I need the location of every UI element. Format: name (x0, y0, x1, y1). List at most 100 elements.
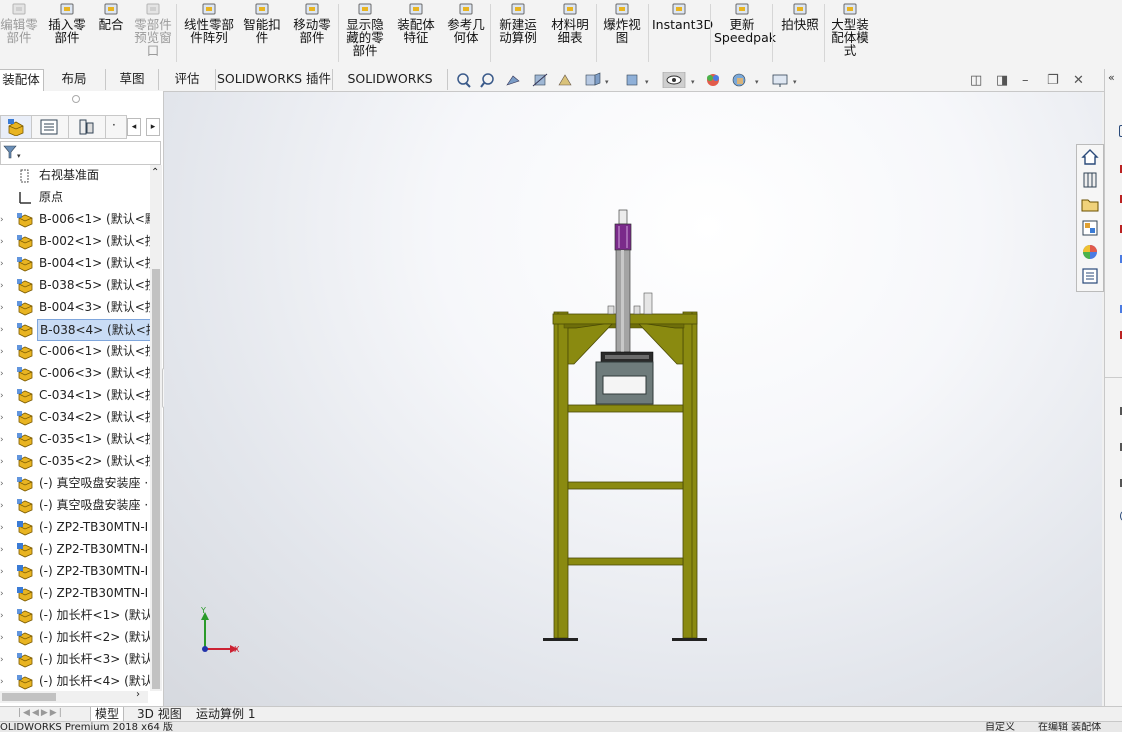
graphics-area[interactable]: Y X (164, 92, 1102, 706)
tree-item[interactable]: › (-) 加长杆<4> (默认 (0, 671, 150, 691)
expand-arrow-icon[interactable]: › (0, 275, 8, 297)
tree-item[interactable]: › (-) 真空吸盘安装座 · (0, 495, 150, 517)
close-icon[interactable]: ✕ (1073, 73, 1084, 88)
restore-icon[interactable]: ❐ (1047, 73, 1059, 88)
view-orientation-icon[interactable]: ▾ (585, 72, 609, 86)
tab-layout[interactable]: 布局 (43, 69, 106, 90)
tree-filter-bar[interactable]: ▾ (0, 141, 161, 165)
tree-item[interactable]: › (-) 加长杆<2> (默认 (0, 627, 150, 649)
expand-arrow-icon[interactable]: › (0, 319, 8, 341)
tree-item[interactable]: › B-038<5> (默认<按 (0, 275, 150, 297)
assembly-features-button[interactable]: 装配体 特征 (394, 0, 438, 66)
expand-arrow-icon[interactable]: › (0, 627, 8, 649)
design-library-icon[interactable] (1080, 170, 1100, 190)
configurationmanager-tab[interactable] (68, 115, 106, 139)
tree-item[interactable]: › B-004<3> (默认<按 (0, 297, 150, 319)
tree-item[interactable]: › C-035<2> (默认<按 (0, 451, 150, 473)
home-icon[interactable] (1080, 147, 1100, 167)
tree-item[interactable]: › C-006<3> (默认<按 (0, 363, 150, 385)
edit-component-button[interactable]: 编辑零 部件 (0, 0, 38, 66)
tree-item[interactable]: › (-) 真空吸盘安装座 · (0, 473, 150, 495)
expand-arrow-icon[interactable]: › (0, 407, 8, 429)
zoom-to-fit-icon[interactable] (457, 73, 471, 88)
smart-fasteners-button[interactable]: 智能扣 件 (241, 0, 283, 66)
expand-arrow-icon[interactable]: › (0, 253, 8, 275)
tree-item[interactable]: › (-) ZP2-TB30MTN-I (0, 583, 150, 605)
expand-arrow-icon[interactable]: › (0, 583, 8, 605)
task-pane-collapse-icon[interactable]: « (1108, 71, 1115, 84)
hide-show-items-icon[interactable]: ▾ (662, 72, 695, 88)
view-settings-icon[interactable]: ▾ (772, 74, 797, 87)
tab-sketch[interactable]: 草图 (106, 69, 159, 90)
tree-item[interactable]: › B-002<1> (默认<按 (0, 231, 150, 253)
snapshot-button[interactable]: 拍快照 (778, 0, 822, 66)
expand-arrow-icon[interactable]: › (0, 385, 8, 407)
expand-arrow-icon[interactable]: › (0, 429, 8, 451)
insert-component-button[interactable]: 插入零 部件 (46, 0, 88, 66)
tree-item[interactable]: 原点 (0, 187, 150, 209)
task-pane[interactable]: « (1104, 69, 1122, 709)
featuremanager-tab[interactable] (0, 115, 32, 139)
tree-item[interactable]: › C-006<1> (默认<按 (0, 341, 150, 363)
scroll-up-icon[interactable]: ⌃ (151, 167, 159, 178)
expand-arrow-icon[interactable]: › (0, 561, 8, 583)
filter-icon[interactable]: ▾ (1, 142, 25, 162)
previous-view-icon[interactable] (506, 75, 520, 86)
tab-solidworks-addins[interactable]: SOLIDWORKS 插件 (216, 69, 333, 90)
scroll-right-icon[interactable]: › (136, 689, 140, 700)
panel-tab-scroll-left-button[interactable]: ◂ (127, 118, 141, 136)
expand-arrow-icon[interactable]: › (0, 495, 8, 517)
expand-arrow-icon[interactable]: › (0, 297, 8, 319)
section-view-icon[interactable] (532, 73, 548, 87)
dimxpert-tab[interactable]: · (105, 115, 127, 139)
tree-item[interactable]: › C-034<1> (默认<按 (0, 385, 150, 407)
tree-item[interactable]: 右视基准面 (0, 165, 150, 187)
tree-item[interactable]: › (-) ZP2-TB30MTN-I (0, 517, 150, 539)
tab-evaluate[interactable]: 评估 (159, 69, 216, 90)
exploded-view-button[interactable]: 爆炸视 图 (600, 0, 644, 66)
move-component-button[interactable]: 移动零 部件 (290, 0, 334, 66)
tree-vertical-scrollbar[interactable]: ⌃ (150, 165, 162, 691)
minimize-icon[interactable]: – (1022, 73, 1029, 88)
propertymanager-tab[interactable] (31, 115, 69, 139)
expand-arrow-icon[interactable]: › (0, 605, 8, 627)
edit-appearance-icon[interactable] (707, 74, 719, 86)
tree-hscroll-thumb[interactable] (2, 693, 56, 701)
expand-arrow-icon[interactable]: › (0, 341, 8, 363)
tab-motion-study-1[interactable]: 运动算例 1 (192, 707, 259, 721)
show-hidden-button[interactable]: 显示隐 藏的零 部件 (343, 0, 387, 66)
expand-arrow-icon[interactable]: › (0, 451, 8, 473)
tree-item[interactable]: › B-004<1> (默认<按 (0, 253, 150, 275)
tree-item[interactable]: › B-038<4> (默认<按 (0, 319, 150, 341)
panel-grip-icon[interactable] (72, 95, 80, 103)
expand-arrow-icon[interactable]: › (0, 363, 8, 385)
component-preview-button[interactable]: 零部件 预览窗 口 (130, 0, 176, 66)
tree-item[interactable]: › C-035<1> (默认<按 (0, 429, 150, 451)
expand-arrow-icon[interactable]: › (0, 209, 8, 231)
large-assembly-button[interactable]: 大型装 配体模 式 (828, 0, 872, 66)
linear-pattern-button[interactable]: 线性零部 件阵列 (181, 0, 237, 66)
tab-model[interactable]: 模型 (90, 707, 125, 722)
tree-item[interactable]: › (-) 加长杆<3> (默认 (0, 649, 150, 671)
expand-arrow-icon[interactable]: › (0, 517, 8, 539)
tree-item[interactable]: › (-) ZP2-TB30MTN-I (0, 561, 150, 583)
mate-button[interactable]: 配合 (94, 0, 128, 66)
tile-right-icon[interactable]: ◨ (996, 73, 1008, 88)
panel-tab-scroll-right-button[interactable]: ▸ (146, 118, 160, 136)
custom-properties-icon[interactable] (1080, 266, 1100, 286)
apply-scene-icon[interactable]: ▾ (732, 73, 759, 87)
expand-arrow-icon[interactable]: › (0, 473, 8, 495)
tree-scroll-thumb[interactable] (152, 269, 160, 689)
expand-arrow-icon[interactable]: › (0, 671, 8, 691)
new-motion-study-button[interactable]: 新建运 动算例 (496, 0, 540, 66)
file-explorer-icon[interactable] (1080, 194, 1100, 214)
assembly-model-view[interactable]: Y X (164, 92, 1102, 706)
zoom-to-area-icon[interactable] (480, 73, 494, 88)
bill-of-materials-button[interactable]: 材料明 细表 (548, 0, 592, 66)
display-style-icon[interactable]: ▾ (626, 74, 649, 86)
tile-left-icon[interactable]: ◫ (970, 73, 982, 88)
appearances-icon[interactable] (1080, 242, 1100, 262)
speedpak-button[interactable]: 更新 Speedpak (714, 0, 776, 66)
tab-solidworks-mbd[interactable]: SOLIDWORKS MBD (333, 69, 448, 106)
tree-item[interactable]: › C-034<2> (默认<按 (0, 407, 150, 429)
